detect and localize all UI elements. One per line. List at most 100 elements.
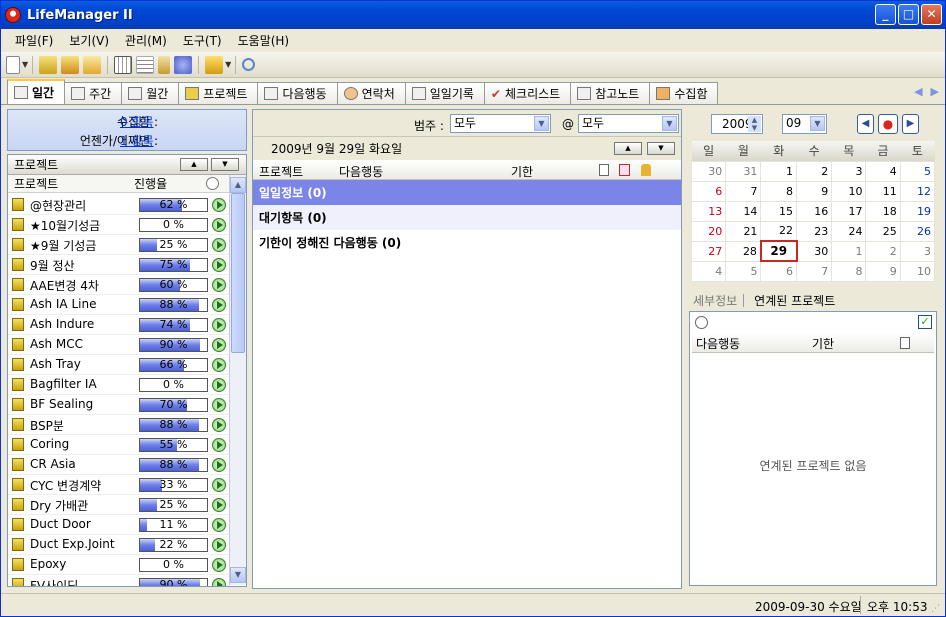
- col-project[interactable]: 프로젝트: [259, 163, 303, 180]
- go-arrow-icon[interactable]: [212, 278, 226, 292]
- next-month-button[interactable]: ▶: [902, 114, 919, 134]
- scroll-down-arrow[interactable]: ▼: [230, 567, 246, 583]
- calendar-day[interactable]: 9: [796, 180, 833, 202]
- col-next-action[interactable]: 다음행동: [339, 163, 383, 180]
- tab-collect[interactable]: 수집함: [649, 82, 719, 104]
- calendar-day[interactable]: 2: [865, 240, 901, 262]
- tab-linked-projects[interactable]: 연계된 프로젝트: [744, 292, 845, 309]
- calendar-day[interactable]: 9: [865, 260, 901, 282]
- tab-daily[interactable]: 일간: [7, 79, 66, 104]
- go-arrow-icon[interactable]: [212, 218, 226, 232]
- menu-help[interactable]: 도움말(H): [230, 32, 298, 49]
- app-icon[interactable]: [5, 7, 21, 23]
- calendar-day[interactable]: 6: [690, 180, 727, 202]
- calendar-day[interactable]: 30: [796, 240, 833, 262]
- calendar-day[interactable]: 20: [690, 220, 727, 242]
- scope-select[interactable]: 모두 ▼: [450, 114, 551, 133]
- group-daily-info[interactable]: 일일정보 (0): [253, 180, 681, 205]
- project-row[interactable]: ★9월 기성금 25 %: [8, 235, 229, 255]
- go-arrow-icon[interactable]: [212, 498, 226, 512]
- calendar-day[interactable]: 3: [831, 160, 867, 182]
- go-arrow-icon[interactable]: [212, 538, 226, 552]
- project-row[interactable]: @현장관리 62 %: [8, 195, 229, 215]
- new-doc-icon[interactable]: [6, 55, 20, 74]
- tab-next-icon[interactable]: ▶: [931, 85, 939, 98]
- book-icon[interactable]: [158, 55, 171, 74]
- calendar-day[interactable]: 10: [899, 260, 936, 282]
- calendar-day[interactable]: 17: [831, 200, 867, 222]
- group-waiting[interactable]: 대기항목 (0): [253, 205, 681, 230]
- gear-icon[interactable]: [174, 55, 193, 74]
- calendar-day[interactable]: 13: [690, 200, 727, 222]
- minimize-button[interactable]: _: [875, 4, 896, 25]
- calendar-day[interactable]: 11: [865, 180, 901, 202]
- go-arrow-icon[interactable]: [212, 398, 226, 412]
- checklist-icon[interactable]: [619, 164, 630, 176]
- status-circle-icon[interactable]: [206, 177, 219, 190]
- calendar-day[interactable]: 5: [725, 260, 762, 282]
- tab-reference[interactable]: 참고노트: [570, 82, 651, 104]
- calendar-day[interactable]: 31: [725, 160, 762, 182]
- context-select[interactable]: 모두 ▼: [578, 114, 679, 133]
- calendar-day[interactable]: 18: [865, 200, 901, 222]
- tab-next-action[interactable]: 다음행동: [257, 82, 338, 104]
- calendar-day[interactable]: 6: [760, 260, 798, 282]
- project-row[interactable]: Coring 55 %: [8, 435, 229, 455]
- project-row[interactable]: Epoxy 0 %: [8, 555, 229, 575]
- title-bar[interactable]: LifeManager II _ □ ✕: [1, 1, 945, 29]
- month-select[interactable]: 09 ▼: [782, 114, 827, 134]
- project-row[interactable]: Duct Door 11 %: [8, 515, 229, 535]
- go-arrow-icon[interactable]: [212, 558, 226, 572]
- project-row[interactable]: BSP분 88 %: [8, 415, 229, 435]
- lock-dropdown-icon[interactable]: ▼: [225, 60, 231, 69]
- calendar-day[interactable]: 5: [899, 160, 936, 182]
- go-arrow-icon[interactable]: [212, 458, 226, 472]
- calendar-day[interactable]: 27: [690, 240, 727, 262]
- col-due[interactable]: 기한: [511, 163, 533, 180]
- go-arrow-icon[interactable]: [212, 298, 226, 312]
- tab-project[interactable]: 프로젝트: [178, 82, 259, 104]
- move-up-button[interactable]: ▲: [614, 142, 642, 155]
- project-row[interactable]: 9월 정산 75 %: [8, 255, 229, 275]
- lock-icon[interactable]: [205, 55, 224, 74]
- calendar-day[interactable]: 14: [725, 200, 762, 222]
- project-row[interactable]: CR Asia 88 %: [8, 455, 229, 475]
- calendar-day[interactable]: 16: [796, 200, 833, 222]
- tree-icon[interactable]: [136, 55, 155, 74]
- calendar-day[interactable]: 7: [796, 260, 833, 282]
- go-arrow-icon[interactable]: [212, 318, 226, 332]
- go-arrow-icon[interactable]: [212, 358, 226, 372]
- chevron-down-icon[interactable]: ▼: [810, 116, 825, 131]
- calendar-day[interactable]: 4: [865, 160, 901, 182]
- export-icon[interactable]: [61, 55, 80, 74]
- calendar-day[interactable]: 30: [690, 160, 727, 182]
- calendar-day[interactable]: 24: [831, 220, 867, 242]
- menu-manage[interactable]: 관리(M): [117, 32, 175, 49]
- prev-month-button[interactable]: ◀: [857, 114, 874, 134]
- menu-tools[interactable]: 도구(T): [175, 32, 230, 49]
- go-arrow-icon[interactable]: [212, 578, 226, 586]
- scroll-thumb[interactable]: [231, 193, 245, 353]
- menu-view[interactable]: 보기(V): [61, 32, 117, 49]
- project-row[interactable]: CYC 변경계약 33 %: [8, 475, 229, 495]
- project-row[interactable]: Ash MCC 90 %: [8, 335, 229, 355]
- spin-arrows-icon[interactable]: ▲ ▼: [748, 116, 761, 132]
- move-up-button[interactable]: ▲: [180, 158, 208, 171]
- col-due[interactable]: 기한: [812, 335, 834, 352]
- go-arrow-icon[interactable]: [212, 238, 226, 252]
- calendar-day[interactable]: 10: [831, 180, 867, 202]
- go-arrow-icon[interactable]: [212, 518, 226, 532]
- move-down-button[interactable]: ▼: [211, 158, 239, 171]
- calendar-day[interactable]: 1: [760, 160, 798, 182]
- go-arrow-icon[interactable]: [212, 258, 226, 272]
- chevron-down-icon[interactable]: ▼: [662, 116, 677, 131]
- go-arrow-icon[interactable]: [212, 378, 226, 392]
- calendar-day[interactable]: 23: [796, 220, 833, 242]
- calendar-day[interactable]: 3: [899, 240, 936, 262]
- col-project[interactable]: 프로젝트: [14, 175, 58, 192]
- go-arrow-icon[interactable]: [212, 338, 226, 352]
- done-checkbox[interactable]: ✓: [918, 315, 932, 329]
- someday-count-link[interactable]: 1 항목: [120, 132, 154, 149]
- note-icon[interactable]: [83, 55, 102, 74]
- calendar-day[interactable]: 21: [725, 220, 762, 242]
